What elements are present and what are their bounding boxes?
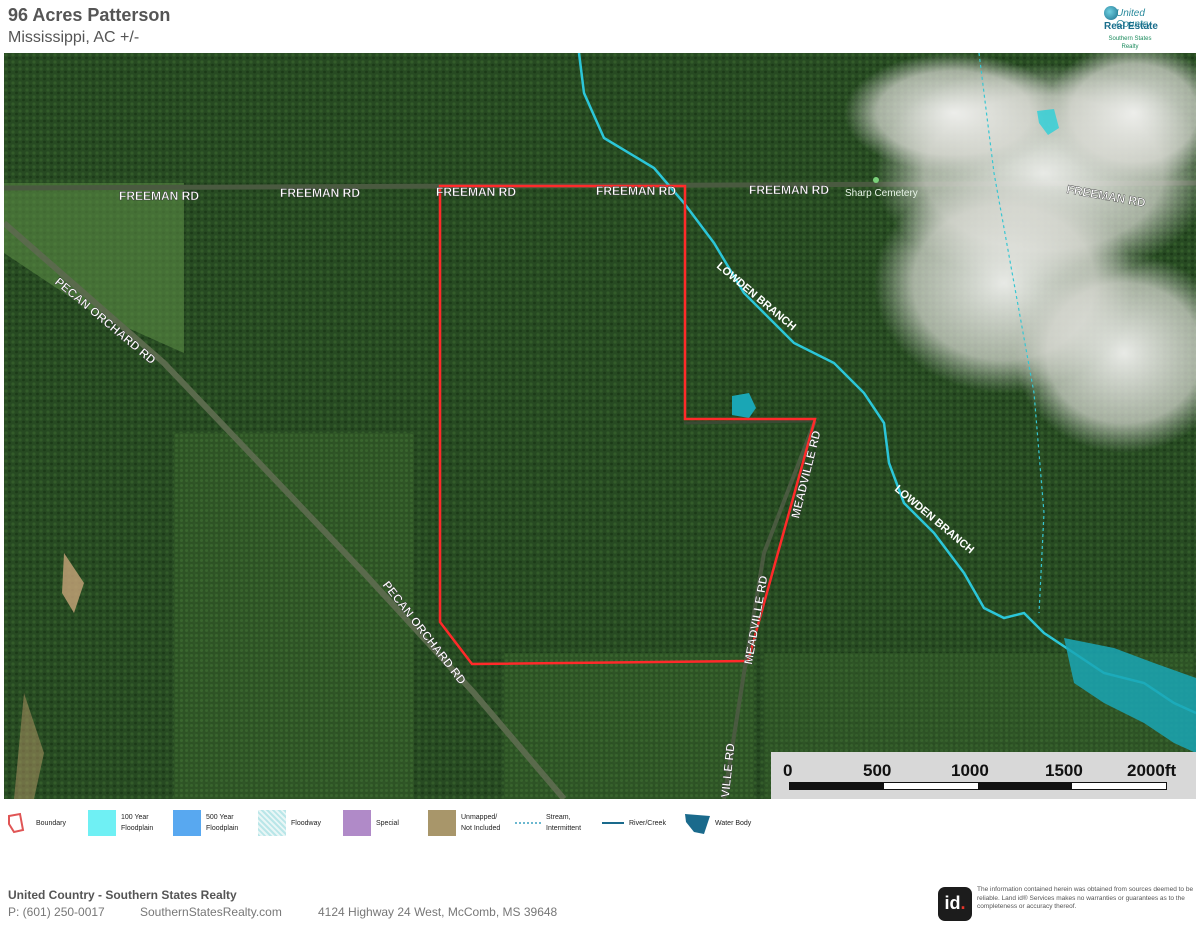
brand-logo[interactable]: United Country Real Estate Southern Stat… xyxy=(1098,2,1162,52)
water-body-icon xyxy=(685,814,710,834)
unmapped-swatch xyxy=(428,810,456,836)
legend-label-100-year: 100 Year Floodplain xyxy=(121,814,154,832)
legend-label-500-year: 500 Year Floodplain xyxy=(206,814,239,832)
page-subtitle: Mississippi, AC +/- xyxy=(8,29,140,46)
legend-label-river-creek: River/Creek xyxy=(629,820,666,827)
boundary-icon xyxy=(8,812,25,834)
logo-brand-main: Real Estate xyxy=(1104,21,1158,32)
footer-phone[interactable]: P: (601) 250-0017 xyxy=(8,905,105,919)
legend-label-floodway: Floodway xyxy=(291,820,321,827)
land-id-logo-text: id xyxy=(944,893,961,913)
100-year-floodplain-swatch xyxy=(88,810,116,836)
scale-label-0: 0 xyxy=(783,761,793,780)
scale-bar: 0 500 1000 1500 2000ft xyxy=(771,752,1196,799)
footer-website[interactable]: SouthernStatesRealty.com xyxy=(140,905,282,919)
place-label-cemetery: Sharp Cemetery xyxy=(845,188,918,199)
river-creek-icon xyxy=(602,822,624,824)
footer-address: 4124 Highway 24 West, McComb, MS 39648 xyxy=(318,905,558,919)
stream-intermittent-icon xyxy=(515,822,543,824)
scale-label-500: 500 xyxy=(863,761,892,780)
road-label-freeman-1: FREEMAN RD xyxy=(119,189,199,203)
page-title: 96 Acres Patterson xyxy=(8,5,171,25)
road-label-freeman-5: FREEMAN RD xyxy=(749,183,829,197)
scale-bar-track xyxy=(789,782,1167,790)
cemetery-icon xyxy=(873,177,879,183)
land-id-logo[interactable]: id. xyxy=(938,887,972,921)
scale-label-1000: 1000 xyxy=(951,761,989,780)
legend-label-special: Special xyxy=(376,820,399,827)
footer-disclaimer: The information contained herein was obt… xyxy=(977,886,1194,910)
legend-label-unmapped: Unmapped/ Not Included xyxy=(461,814,501,832)
special-swatch xyxy=(343,810,371,836)
road-label-freeman-2: FREEMAN RD xyxy=(280,186,360,200)
map-canvas: FREEMAN RD FREEMAN RD FREEMAN RD FREEMAN… xyxy=(4,53,1196,799)
footer-company: United Country - Southern States Realty xyxy=(8,888,237,902)
satellite-map[interactable]: FREEMAN RD FREEMAN RD FREEMAN RD FREEMAN… xyxy=(4,53,1196,799)
floodway-swatch xyxy=(258,810,286,836)
scale-label-2000ft: 2000ft xyxy=(1127,761,1177,780)
scale-label-1500: 1500 xyxy=(1045,761,1083,780)
legend-label-boundary: Boundary xyxy=(36,820,66,827)
500-year-floodplain-swatch xyxy=(173,810,201,836)
legend-label-stream: Stream, Intermittent xyxy=(546,814,582,832)
logo-brand-sub: Southern States Realty xyxy=(1108,36,1152,50)
map-legend: Boundary 100 Year Floodplain 500 Year Fl… xyxy=(0,806,1200,846)
legend-label-water-body: Water Body xyxy=(715,820,752,827)
road-label-freeman-4: FREEMAN RD xyxy=(596,184,676,198)
road-label-freeman-3: FREEMAN RD xyxy=(436,185,516,199)
